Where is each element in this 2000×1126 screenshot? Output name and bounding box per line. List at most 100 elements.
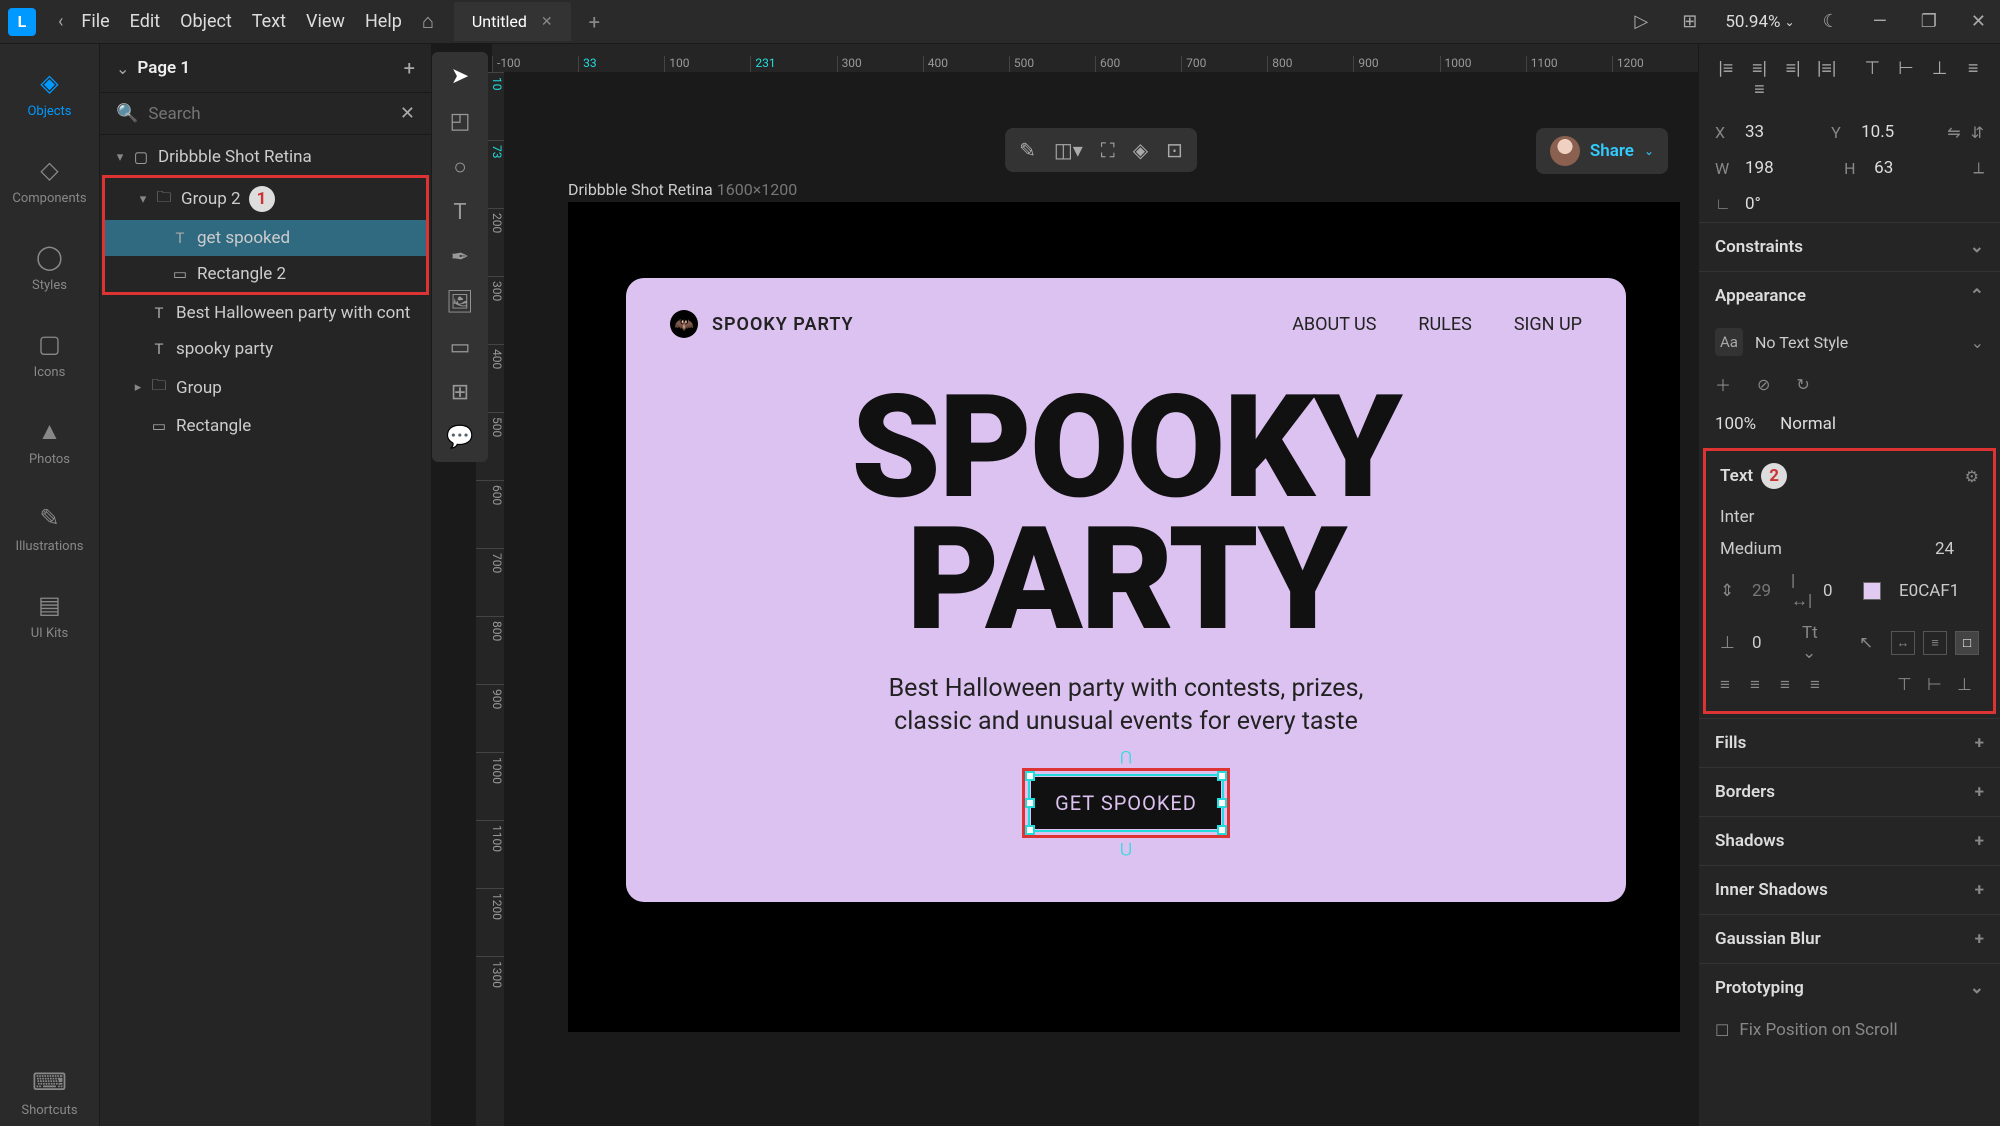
duplicate-icon[interactable]: ◫▾ [1054,138,1083,162]
play-icon[interactable]: ▷ [1628,11,1654,32]
valign-bottom-icon[interactable]: ⊥ [1957,675,1979,695]
plus-icon[interactable]: + [1975,782,1984,802]
align-middle-icon[interactable]: ⊢ [1895,58,1917,100]
artboard[interactable]: 🦇 SPOOKY PARTY ABOUT US RULES SIGN UP SP… [568,202,1680,1032]
font-family[interactable]: Inter [1720,507,1979,527]
menu-view[interactable]: View [306,11,345,32]
plus-icon[interactable]: + [1975,831,1984,851]
menu-edit[interactable]: Edit [130,11,160,32]
constraints-section[interactable]: Constraints⌄ [1699,222,2000,271]
plus-icon[interactable]: + [1975,733,1984,753]
cursor-tool-icon[interactable]: ➤ [451,64,469,89]
lock-ratio-icon[interactable]: ⟂ [1973,158,1984,178]
text-align-center-icon[interactable]: ≡ [1750,675,1772,695]
rail-objects[interactable]: ◈Objects [27,60,71,127]
rail-components[interactable]: ◇Components [12,147,86,214]
artboard-tool-icon[interactable]: ▭ [450,335,471,360]
menu-object[interactable]: Object [180,11,232,32]
blur-section[interactable]: Gaussian Blur+ [1699,914,2000,963]
inner-shadows-section[interactable]: Inner Shadows+ [1699,865,2000,914]
layer-get-spooked[interactable]: T get spooked [105,220,426,256]
text-color-value[interactable]: E0CAF1 [1899,581,1979,601]
y-value[interactable]: 10.5 [1861,122,1937,142]
flip-h-icon[interactable]: ⇋ [1947,123,1960,142]
add-page-icon[interactable]: + [404,56,415,80]
x-value[interactable]: 33 [1745,122,1821,142]
image-tool-icon[interactable]: 🖼 [446,290,474,315]
text-style-label[interactable]: No Text Style [1755,333,1959,352]
rail-illustrations[interactable]: ✎Illustrations [16,495,84,562]
font-weight[interactable]: Medium [1720,539,1925,559]
checkbox-icon[interactable]: ☐ [1715,1021,1729,1040]
valign-middle-icon[interactable]: ⊢ [1927,675,1949,695]
text-style-icon[interactable]: Aa [1715,328,1743,356]
grid-icon[interactable]: ⊞ [1676,11,1703,32]
comment-tool-icon[interactable]: 💬 [446,425,473,450]
rail-uikits[interactable]: ▤UI Kits [31,582,68,649]
text-color-swatch[interactable] [1863,582,1881,600]
clear-search-icon[interactable]: ✕ [400,103,415,124]
shape-tool-icon[interactable]: ○ [453,154,466,180]
plus-icon[interactable]: ＋ [1715,372,1731,396]
moon-icon[interactable]: ☾ [1817,11,1845,32]
align-bottom-icon[interactable]: ⊥ [1929,58,1951,100]
horizontal-ruler[interactable]: -100 33 100 231 300 400 500 600 700 800 … [492,44,1698,72]
fills-section[interactable]: Fills+ [1699,718,2000,767]
refresh-icon[interactable]: ↻ [1796,375,1809,394]
edit-icon[interactable]: ✎ [1019,138,1036,162]
font-size[interactable]: 24 [1935,539,1979,559]
h-value[interactable]: 63 [1874,158,1963,178]
cta-button[interactable]: GET SPOOKED [1031,777,1221,829]
rail-shortcuts[interactable]: ⌨Shortcuts [21,1059,77,1126]
letter-spacing-value[interactable]: 0 [1823,581,1853,601]
borders-section[interactable]: Borders+ [1699,767,2000,816]
tab-add-icon[interactable]: + [575,10,614,34]
layer-group[interactable]: ▸🗀 Group [100,367,431,408]
w-value[interactable]: 198 [1745,158,1834,178]
appearance-section[interactable]: Appearance⌃ [1699,271,2000,320]
plus-icon[interactable]: + [1975,880,1984,900]
rail-styles[interactable]: ◯Styles [32,234,67,301]
blend-mode[interactable]: Normal [1780,414,1836,434]
menu-file[interactable]: File [81,11,109,32]
pen-tool-icon[interactable]: ✒ [451,245,469,270]
resize-icon[interactable]: ⛶ [1101,138,1115,162]
frame-label[interactable]: Dribbble Shot Retina 1600×1200 [568,180,797,199]
tab-close-icon[interactable]: ✕ [541,14,553,30]
layer-group2[interactable]: ▾🗀 Group 2 1 [105,178,426,220]
maximize-icon[interactable]: ❐ [1915,11,1943,32]
text-tool-icon[interactable]: T [453,200,466,225]
layer-rectangle2[interactable]: ▭ Rectangle 2 [105,256,426,292]
diamond-icon[interactable]: ◈ [1133,138,1148,162]
angle-value[interactable]: 0° [1745,194,1984,214]
fix-scroll-label[interactable]: Fix Position on Scroll [1739,1020,1984,1040]
minimize-icon[interactable]: — [1867,11,1893,32]
auto-height-icon[interactable]: ≡ [1923,631,1947,655]
layer-best-text[interactable]: T Best Halloween party with cont [100,295,431,331]
text-align-right-icon[interactable]: ≡ [1780,675,1802,695]
layout-icon[interactable]: ⊡ [1166,138,1183,162]
chevron-down-icon[interactable]: ⌄ [1971,333,1984,352]
home-icon[interactable]: ⌂ [422,9,434,34]
tab-untitled[interactable]: Untitled ✕ [454,2,571,41]
zoom-control[interactable]: 50.94% ⌄ [1725,12,1794,32]
canvas-stage[interactable]: ✎ ◫▾ ⛶ ◈ ⊡ Share ⌄ Dribbble Shot Retina … [504,72,1698,1126]
paragraph-spacing-value[interactable]: 0 [1752,633,1792,653]
apply-icon[interactable]: ⊘ [1757,375,1770,394]
shadows-section[interactable]: Shadows+ [1699,816,2000,865]
opacity-value[interactable]: 100% [1715,414,1756,434]
distribute-icon[interactable]: ≡ [1962,58,1984,100]
back-button[interactable]: ‹ [48,11,73,32]
align-right-icon[interactable]: ≡| [1782,58,1804,100]
page-header[interactable]: ⌄ Page 1 + [100,44,431,93]
close-icon[interactable]: ✕ [1965,11,1992,32]
menu-text[interactable]: Text [252,11,286,32]
align-center-icon[interactable]: ≡|≡ [1749,58,1771,100]
flip-v-icon[interactable]: ⇵ [1971,123,1984,142]
align-justify-icon[interactable]: |≡| [1816,58,1838,100]
frame-tool-icon[interactable]: ◰ [450,109,471,134]
rail-icons[interactable]: ▢Icons [34,321,66,388]
auto-width-icon[interactable]: ↔ [1891,631,1915,655]
layer-spooky-text[interactable]: T spooky party [100,331,431,367]
text-align-left-icon[interactable]: ≡ [1720,675,1742,695]
